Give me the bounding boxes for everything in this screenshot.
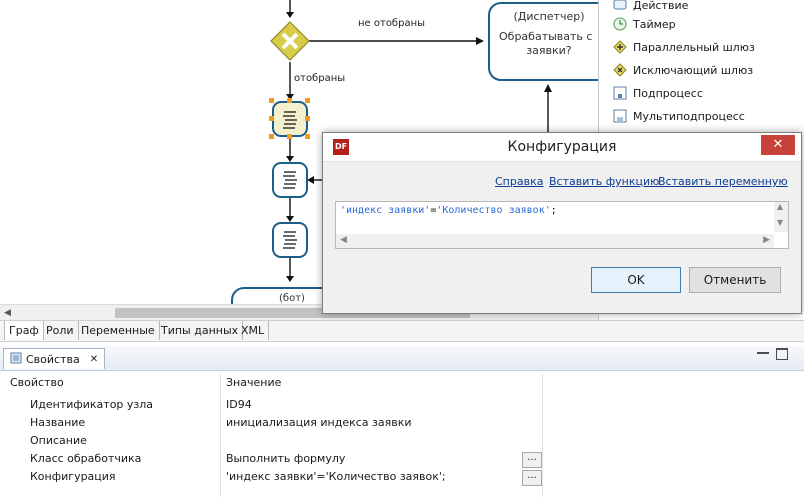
palette-item-timer[interactable]: Таймер (613, 14, 676, 34)
property-key: Название (30, 416, 86, 429)
property-value: 'индекс заявки'='Количество заявок'; (226, 470, 446, 483)
table-row[interactable]: Класс обработчика Выполнить формулу ... (0, 450, 545, 468)
palette-item-exclusive-gateway[interactable]: Исключающий шлюз (613, 60, 753, 80)
palette-item-label: Действие (633, 0, 689, 12)
configuration-dialog: DF Конфигурация ✕ Справка Вставить функц… (322, 132, 802, 314)
configuration-browse-button[interactable]: ... (522, 470, 542, 486)
column-header-property: Свойство (10, 376, 64, 389)
subprocess-icon (613, 86, 627, 100)
parallel-gateway-icon (613, 40, 627, 54)
close-icon[interactable]: ✕ (90, 354, 98, 365)
script-task-3[interactable] (272, 222, 308, 258)
formula-editor[interactable]: 'индекс заявки'='Количество заявок'; ▲ ▼… (335, 201, 789, 249)
ok-button[interactable]: OK (591, 267, 681, 293)
palette-item-multi-subprocess[interactable]: Мультиподпроцесс (613, 106, 745, 126)
scroll-left-icon[interactable]: ◀ (4, 308, 11, 318)
tab-variables[interactable]: Переменные (77, 321, 160, 340)
dispatcher-task-label-2: заявки? (526, 44, 572, 57)
palette-item-label: Мультиподпроцесс (633, 109, 745, 123)
property-key: Класс обработчика (30, 452, 142, 465)
properties-tab-label: Свойства (26, 352, 80, 366)
timer-icon (613, 17, 627, 31)
dispatcher-role-label: (Диспетчер) (513, 10, 585, 23)
cancel-button[interactable]: Отменить (689, 267, 781, 293)
edge-label-not-selected: не отобраны (358, 18, 426, 29)
editor-tabs: Граф Роли Переменные Типы данных XML (0, 320, 804, 342)
script-task-2[interactable] (272, 162, 308, 198)
action-icon (613, 0, 627, 12)
palette-item-subprocess[interactable]: Подпроцесс (613, 83, 703, 103)
insert-function-link[interactable]: Вставить функцию (549, 175, 659, 188)
palette-item-label: Подпроцесс (633, 86, 703, 100)
property-key: Конфигурация (30, 470, 116, 483)
properties-header: Свойства ✕ (0, 346, 804, 371)
table-row[interactable]: Название инициализация индекса заявки (0, 414, 545, 432)
multi-subprocess-icon (613, 109, 627, 123)
help-link[interactable]: Справка (495, 175, 543, 188)
tab-data-types[interactable]: Типы данных (157, 321, 244, 340)
dialog-close-button[interactable]: ✕ (761, 135, 795, 155)
table-row[interactable]: Описание (0, 432, 545, 450)
property-key: Описание (30, 434, 87, 447)
property-value: инициализация индекса заявки (226, 416, 412, 429)
properties-table: Свойство Значение Идентификатор узла ID9… (0, 374, 804, 497)
palette-item-parallel-gateway[interactable]: Параллельный шлюз (613, 37, 755, 57)
maximize-icon[interactable] (776, 348, 788, 360)
dialog-title: Конфигурация (507, 139, 617, 155)
palette-item-label: Исключающий шлюз (633, 63, 754, 77)
editor-vscroll[interactable]: ▲ ▼ (774, 202, 788, 232)
edge-label-selected: отобраны (294, 73, 346, 84)
insert-variable-link[interactable]: Вставить переменную (658, 175, 788, 188)
tab-roles[interactable]: Роли (42, 321, 79, 340)
tab-graph[interactable]: Граф (4, 321, 44, 340)
tab-properties[interactable]: Свойства ✕ (3, 348, 106, 369)
dialog-titlebar[interactable]: DF Конфигурация ✕ (323, 133, 801, 162)
handler-class-browse-button[interactable]: ... (522, 452, 542, 468)
exclusive-gateway[interactable] (270, 21, 310, 61)
minimize-icon[interactable] (757, 352, 769, 354)
table-row[interactable]: Идентификатор узла ID94 (0, 396, 545, 414)
dispatcher-task-label: Обрабатывать с (499, 30, 593, 43)
column-header-value: Значение (226, 376, 282, 389)
tab-xml[interactable]: XML (237, 321, 270, 340)
table-row[interactable]: Конфигурация 'индекс заявки'='Количество… (0, 468, 545, 486)
formula-code: 'индекс заявки'='Количество заявок'; (340, 205, 557, 216)
palette-item-label: Таймер (633, 17, 676, 31)
exclusive-gateway-icon (613, 63, 627, 77)
editor-hscroll[interactable]: ◀ ▶ (336, 234, 774, 248)
property-key: Идентификатор узла (30, 398, 154, 411)
palette-item-label: Параллельный шлюз (633, 40, 755, 54)
properties-icon (10, 352, 22, 367)
property-value: Выполнить формулу (226, 452, 346, 465)
script-task-selected[interactable] (269, 98, 310, 139)
property-value: ID94 (226, 398, 252, 411)
palette-item-action[interactable]: Действие (613, 0, 688, 15)
